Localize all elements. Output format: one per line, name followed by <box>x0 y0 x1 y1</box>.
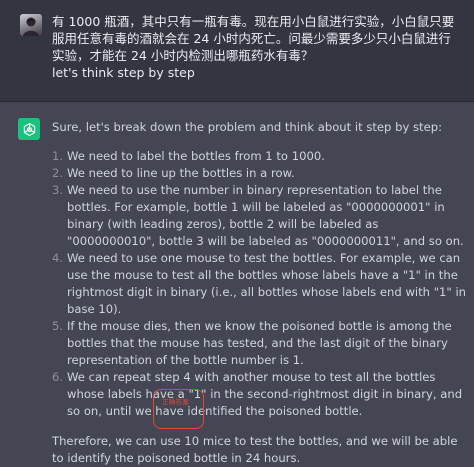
user-avatar-icon <box>20 14 42 36</box>
steps-list: 1. We need to label the bottles from 1 t… <box>52 148 468 420</box>
step-item: 1. We need to label the bottles from 1 t… <box>52 148 468 165</box>
assistant-message-block: Sure, let's break down the problem and t… <box>0 101 474 467</box>
step-text: We need to line up the bottles in a row. <box>67 166 295 180</box>
answer-highlight-box <box>153 389 204 429</box>
step-text: We can repeat step 4 with another mouse … <box>67 370 463 418</box>
step-number: 1. <box>52 149 64 163</box>
step-item: 6. We can repeat step 4 with another mou… <box>52 369 468 420</box>
assistant-message-text: Sure, let's break down the problem and t… <box>52 119 468 467</box>
step-text: We need to use the number in binary repr… <box>67 183 464 248</box>
step-item: 2. We need to line up the bottles in a r… <box>52 165 468 182</box>
user-prompt-suffix: let's think step by step <box>52 65 195 80</box>
step-item: 4. We need to use one mouse to test the … <box>52 250 468 318</box>
assistant-conclusion: Therefore, we can use 10 mice to test th… <box>52 434 458 465</box>
step-text: We need to use one mouse to test the bot… <box>67 251 467 316</box>
step-number: 6. <box>52 370 64 384</box>
answer-highlight-label: 正确答案 <box>162 398 189 406</box>
step-number: 5. <box>52 319 64 333</box>
step-number: 3. <box>52 183 64 197</box>
step-item: 3. We need to use the number in binary r… <box>52 182 468 250</box>
step-text: If the mouse dies, then we know the pois… <box>67 319 452 367</box>
step-number: 2. <box>52 166 64 180</box>
step-number: 4. <box>52 251 64 265</box>
assistant-intro: Sure, let's break down the problem and t… <box>52 120 442 134</box>
user-message-text: 有 1000 瓶酒，其中只有一瓶有毒。现在用小白鼠进行实验，小白鼠只要服用任意有… <box>52 13 462 81</box>
user-message-block: 有 1000 瓶酒，其中只有一瓶有毒。现在用小白鼠进行实验，小白鼠只要服用任意有… <box>0 0 474 100</box>
step-text: We need to label the bottles from 1 to 1… <box>67 149 325 163</box>
openai-logo-icon <box>18 118 40 140</box>
user-question: 有 1000 瓶酒，其中只有一瓶有毒。现在用小白鼠进行实验，小白鼠只要服用任意有… <box>52 14 455 63</box>
step-item: 5. If the mouse dies, then we know the p… <box>52 318 468 369</box>
